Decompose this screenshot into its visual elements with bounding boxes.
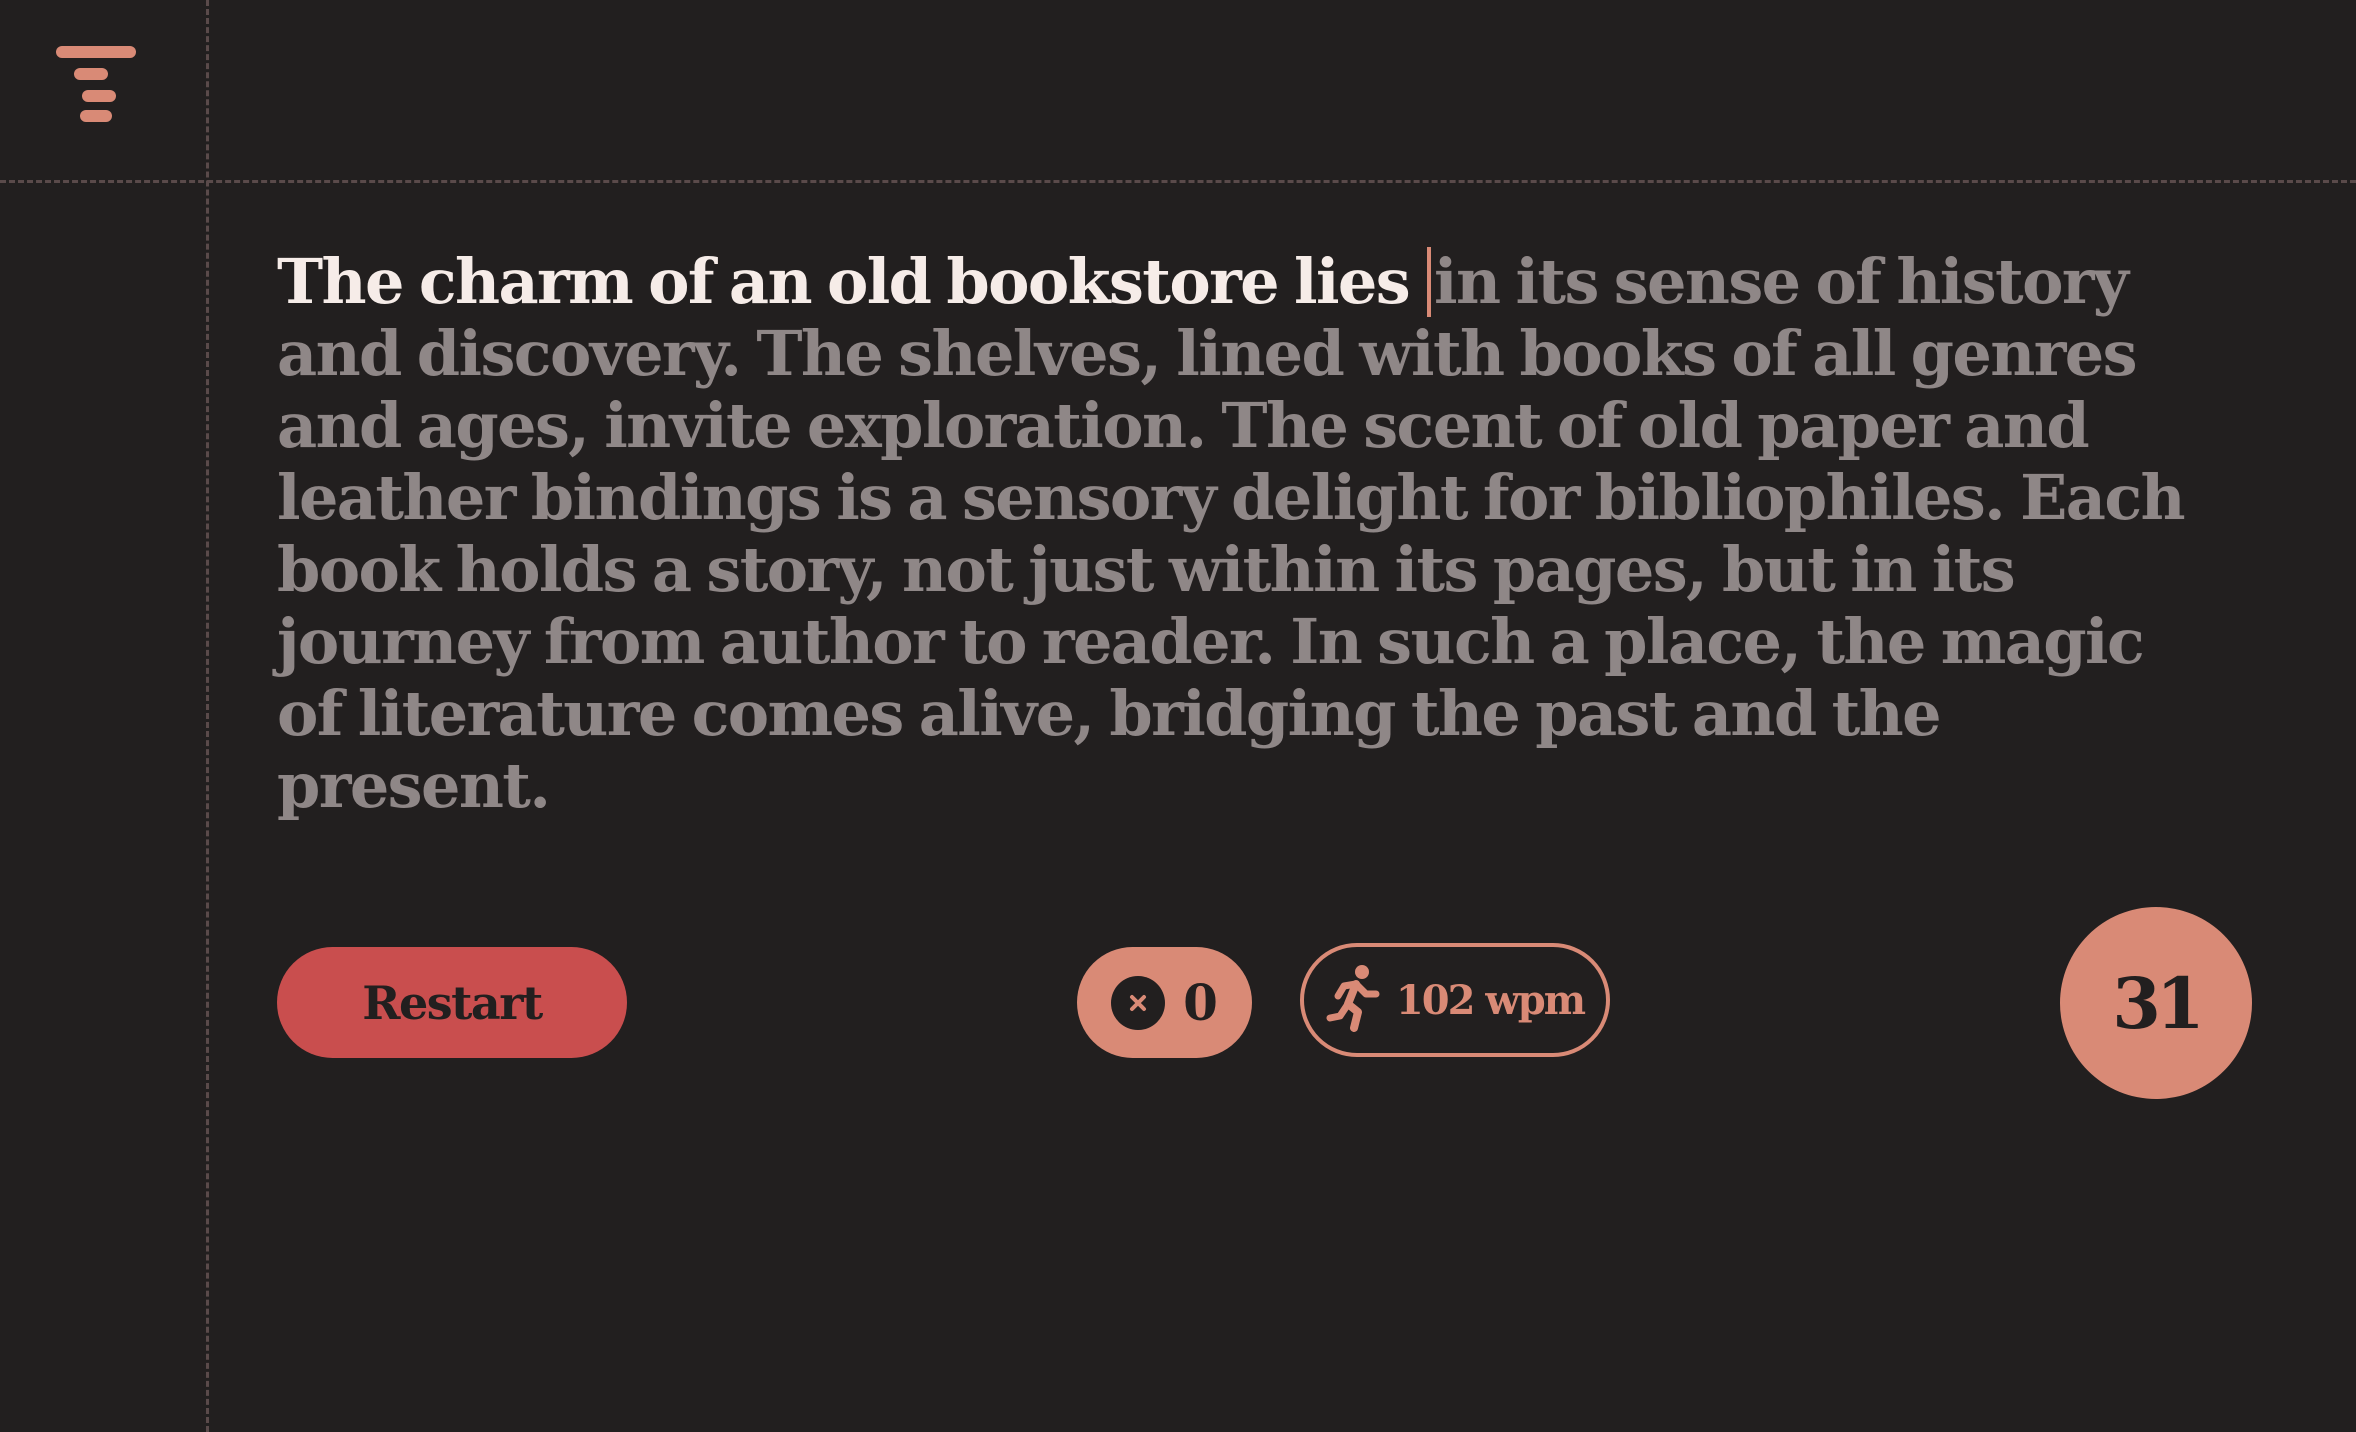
error-counter: 0 bbox=[1077, 947, 1252, 1058]
speed-value: 102 wpm bbox=[1395, 976, 1586, 1024]
countdown-timer: 31 bbox=[2060, 907, 2252, 1099]
logo-icon[interactable] bbox=[56, 46, 140, 128]
text-caret bbox=[1427, 247, 1432, 317]
guide-line-vertical bbox=[206, 0, 209, 1432]
remaining-text: in its sense of history and discovery. T… bbox=[277, 245, 2186, 822]
error-count: 0 bbox=[1183, 973, 1218, 1032]
typing-passage[interactable]: The charm of an old bookstore lies in it… bbox=[277, 246, 2197, 822]
restart-button[interactable]: Restart bbox=[277, 947, 627, 1058]
x-circle-icon bbox=[1111, 975, 1166, 1030]
typed-text: The charm of an old bookstore lies bbox=[277, 245, 1426, 318]
speed-indicator: 102 wpm bbox=[1300, 943, 1610, 1057]
running-person-icon bbox=[1326, 964, 1382, 1036]
guide-line-horizontal bbox=[0, 180, 2356, 183]
